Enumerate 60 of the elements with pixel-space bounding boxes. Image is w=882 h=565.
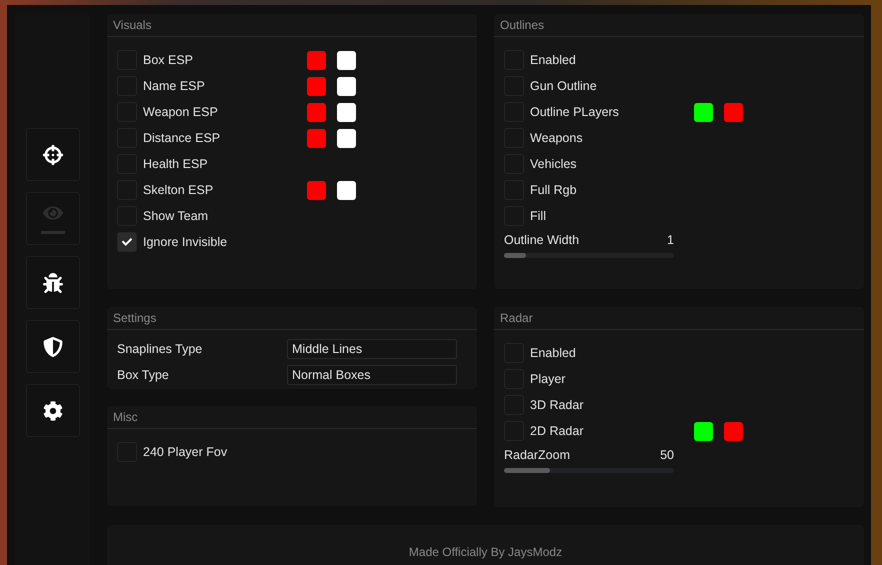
slider-track[interactable] — [504, 468, 674, 473]
crosshair-icon — [42, 144, 62, 164]
slider-value: 1 — [667, 232, 674, 249]
sidebar-tab[interactable] — [26, 256, 80, 309]
checkbox-label[interactable]: 240 Player Fov — [143, 442, 307, 462]
panel-title: Settings — [113, 310, 156, 327]
footer-text: Made Officially By JaysModz — [408, 544, 562, 561]
color-swatch[interactable] — [337, 180, 356, 200]
dropdown-field[interactable]: Middle Lines — [287, 339, 457, 359]
checkbox-label[interactable]: Skelton ESP — [143, 180, 307, 200]
shield-icon — [42, 336, 62, 356]
bug-icon — [42, 272, 62, 292]
color-swatch[interactable] — [337, 102, 356, 122]
checkbox-label[interactable]: Weapons — [530, 128, 694, 148]
checkbox-label[interactable]: Enabled — [530, 344, 694, 362]
dropdown-field[interactable]: Normal Boxes — [287, 365, 457, 385]
panel-title: Outlines — [500, 17, 544, 34]
color-swatch[interactable] — [337, 76, 356, 96]
slider-track[interactable] — [504, 252, 674, 258]
color-swatch[interactable] — [307, 128, 326, 148]
settings-icon — [42, 400, 62, 420]
checkbox-label[interactable]: Health ESP — [143, 154, 307, 174]
checkbox-label[interactable]: Full Rgb — [530, 180, 694, 200]
color-swatch[interactable] — [694, 102, 713, 122]
checkbox[interactable] — [117, 232, 137, 252]
color-swatch[interactable] — [694, 422, 713, 440]
checkbox-label[interactable]: Show Team — [143, 206, 307, 226]
color-swatch[interactable] — [307, 180, 326, 200]
checkbox-label[interactable]: 2D Radar — [530, 422, 694, 440]
color-swatch[interactable] — [724, 102, 743, 122]
color-swatch[interactable] — [307, 102, 326, 122]
color-swatch[interactable] — [337, 50, 356, 70]
panel-title: Visuals — [113, 17, 152, 34]
setting-label: Snaplines Type — [117, 340, 204, 358]
slider-label: Outline Width — [504, 232, 580, 249]
checkbox-label[interactable]: Gun Outline — [530, 76, 694, 96]
color-swatch[interactable] — [307, 50, 326, 70]
checkbox-label[interactable]: Outline PLayers — [530, 102, 694, 122]
checkbox-label[interactable]: Enabled — [530, 50, 694, 70]
checkbox-label[interactable]: Ignore Invisible — [143, 232, 307, 252]
check-icon — [122, 237, 132, 247]
checkbox-label[interactable]: Name ESP — [143, 76, 307, 96]
sidebar-tab[interactable] — [26, 384, 80, 437]
panel-title: Radar — [500, 310, 533, 327]
color-swatch[interactable] — [307, 76, 326, 96]
sidebar-tab[interactable] — [26, 320, 80, 373]
sidebar-tab[interactable] — [26, 128, 80, 181]
checkbox-label[interactable]: Vehicles — [530, 154, 694, 174]
color-swatch[interactable] — [337, 128, 356, 148]
checkbox-label[interactable]: 3D Radar — [530, 396, 694, 414]
checkbox-label[interactable]: Box ESP — [143, 50, 307, 70]
checkbox-label[interactable]: Player — [530, 370, 694, 388]
slider-label: RadarZoom — [504, 447, 570, 464]
color-swatch[interactable] — [724, 422, 743, 440]
checkbox-label[interactable]: Distance ESP — [143, 128, 307, 148]
panel-title: Misc — [113, 409, 138, 426]
checkbox-label[interactable]: Weapon ESP — [143, 102, 307, 122]
slider-value: 50 — [660, 447, 674, 464]
setting-label: Box Type — [117, 366, 170, 384]
checkbox-label[interactable]: Fill — [530, 206, 694, 226]
